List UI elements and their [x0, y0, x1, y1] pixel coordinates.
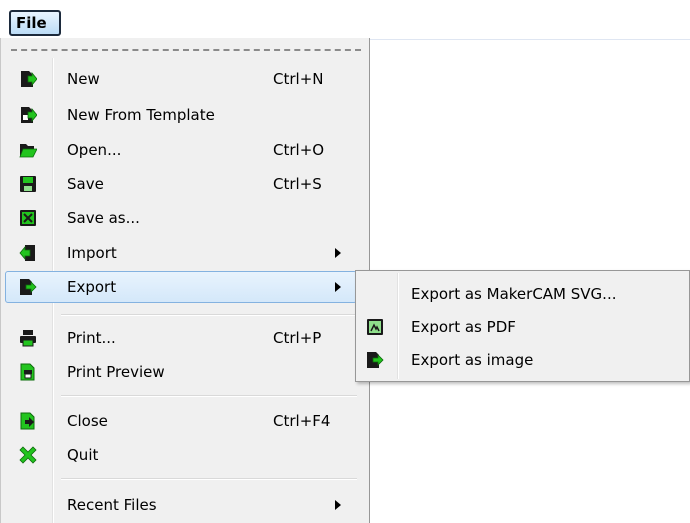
print-preview-icon	[19, 363, 37, 381]
close-document-icon	[19, 412, 37, 430]
submenu-item-export-image[interactable]: Export as image	[359, 344, 687, 376]
menu-item-print-preview[interactable]: Print Preview	[5, 356, 357, 388]
menu-item-label: Export as MakerCAM SVG...	[411, 285, 617, 303]
menu-item-open[interactable]: Open... Ctrl+O	[5, 134, 357, 166]
file-dropdown-menu: New Ctrl+N New From Template Open... Ctr…	[0, 38, 370, 523]
menu-item-export[interactable]: Export	[5, 271, 357, 303]
menu-item-label: Import	[67, 244, 117, 262]
menu-item-save[interactable]: Save Ctrl+S	[5, 168, 357, 200]
printer-icon	[19, 329, 37, 347]
menu-item-shortcut: Ctrl+F4	[273, 412, 331, 430]
menu-item-shortcut: Ctrl+S	[273, 175, 322, 193]
submenu-arrow-icon	[335, 282, 341, 292]
menu-item-label: Open...	[67, 141, 122, 159]
menu-item-quit[interactable]: Quit	[5, 439, 357, 471]
new-document-icon	[19, 70, 37, 88]
open-folder-icon	[19, 141, 37, 159]
submenu-arrow-icon	[335, 500, 341, 510]
menu-item-label: New	[67, 70, 100, 88]
menu-item-label: Close	[67, 412, 108, 430]
menu-item-label: Export as image	[411, 351, 534, 369]
menu-item-label: Recent Files	[67, 496, 157, 514]
export-image-icon	[366, 351, 384, 369]
menu-item-label: Print...	[67, 329, 116, 347]
export-icon	[19, 278, 37, 296]
menu-item-label: Quit	[67, 446, 99, 464]
menu-item-shortcut: Ctrl+P	[273, 329, 322, 347]
menu-item-new-from-template[interactable]: New From Template	[5, 99, 357, 131]
menu-item-label: Save as...	[67, 209, 140, 227]
menu-item-label: New From Template	[67, 106, 215, 124]
file-menu[interactable]: File	[9, 10, 61, 36]
save-as-icon	[19, 209, 37, 227]
floppy-disk-icon	[19, 175, 37, 193]
menu-item-label: Export	[67, 278, 117, 296]
new-from-template-icon	[19, 106, 37, 124]
tear-off-line[interactable]	[11, 49, 361, 51]
menu-item-import[interactable]: Import	[5, 237, 357, 269]
menu-item-label: Save	[67, 175, 104, 193]
menu-separator	[61, 478, 357, 480]
menu-item-recent-files[interactable]: Recent Files	[5, 489, 357, 521]
submenu-item-export-makercam-svg[interactable]: Export as MakerCAM SVG...	[359, 278, 687, 310]
menu-item-shortcut: Ctrl+O	[273, 141, 325, 159]
menu-item-save-as[interactable]: Save as...	[5, 202, 357, 234]
menu-item-shortcut: Ctrl+N	[273, 70, 324, 88]
menu-item-new[interactable]: New Ctrl+N	[5, 63, 357, 95]
export-submenu: Export as MakerCAM SVG... Export as PDF …	[355, 270, 690, 382]
pdf-icon	[366, 318, 384, 336]
menu-separator	[61, 314, 357, 316]
import-icon	[19, 244, 37, 262]
menu-item-print[interactable]: Print... Ctrl+P	[5, 322, 357, 354]
submenu-arrow-icon	[335, 248, 341, 258]
menu-item-close[interactable]: Close Ctrl+F4	[5, 405, 357, 437]
menubar-divider	[370, 39, 690, 40]
submenu-item-export-pdf[interactable]: Export as PDF	[359, 311, 687, 343]
menu-bar: File	[0, 0, 690, 40]
menu-separator	[61, 395, 357, 397]
menu-item-label: Print Preview	[67, 363, 165, 381]
quit-icon	[19, 446, 37, 464]
menu-item-label: Export as PDF	[411, 318, 516, 336]
